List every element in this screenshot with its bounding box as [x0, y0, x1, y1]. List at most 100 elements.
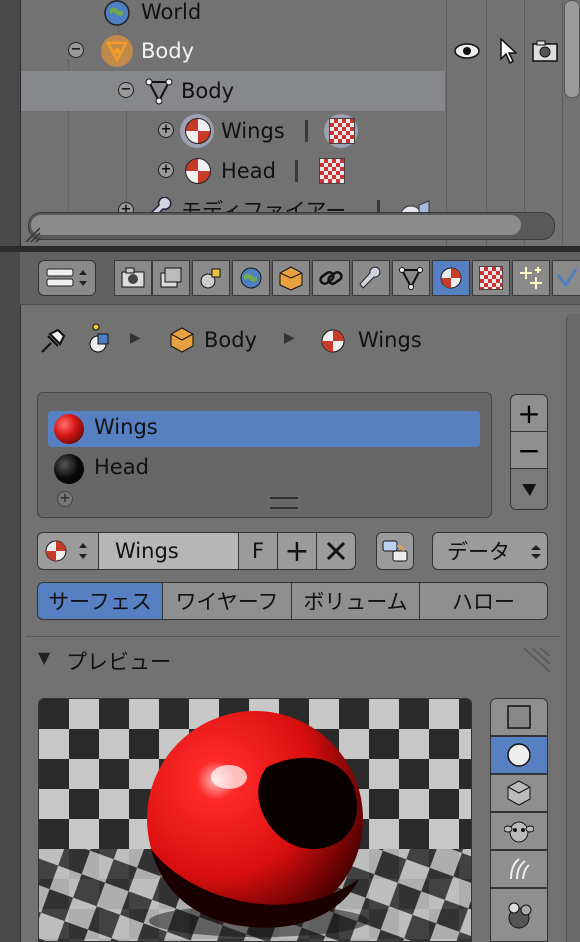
slot-specials-menu[interactable]	[511, 469, 547, 509]
collapse-icon[interactable]: −	[118, 82, 134, 98]
tab-mesh-data[interactable]	[392, 260, 430, 296]
tab-surface[interactable]: サーフェス	[37, 582, 163, 620]
tab-particles[interactable]	[512, 260, 550, 296]
visibility-eye-icon[interactable]	[453, 41, 481, 61]
tab-wire[interactable]: ワイヤーフ	[162, 582, 292, 620]
tab-texture[interactable]	[472, 260, 510, 296]
tab-physics[interactable]	[552, 260, 580, 296]
outliner-row-body-object[interactable]: − Body	[21, 31, 561, 71]
drag-grip-icon[interactable]	[520, 644, 554, 674]
render-camera-icon[interactable]	[531, 39, 559, 63]
fake-user-button[interactable]: F	[238, 532, 278, 570]
select-cursor-icon[interactable]	[497, 37, 517, 65]
properties-editor: ▶ Body ▶ Wings Wings Head + + − Wings F	[0, 252, 580, 942]
node-toggle-button[interactable]	[376, 532, 414, 570]
tab-label: ワイヤーフ	[175, 590, 279, 614]
panel-divider	[26, 636, 560, 637]
tab-constraints[interactable]	[312, 260, 350, 296]
mesh-object-icon	[105, 41, 129, 63]
scene-icon	[89, 323, 109, 353]
preview-monkey-button[interactable]	[490, 812, 548, 850]
add-slot-button[interactable]: +	[511, 395, 547, 432]
constraint-link-icon	[319, 271, 343, 285]
list-item[interactable]: Head	[48, 451, 480, 487]
material-name-field[interactable]: Wings	[98, 532, 239, 570]
outliner-row-head-material[interactable]: + Head	[21, 151, 561, 191]
material-preview-sphere	[54, 414, 84, 444]
material-icon	[185, 158, 211, 184]
preview-flat-button[interactable]	[490, 698, 548, 736]
material-slot-list: Wings Head +	[37, 392, 492, 518]
properties-scrollbar[interactable]	[566, 314, 580, 942]
object-cube-icon	[170, 327, 194, 353]
chevron-right-icon: ▶	[130, 330, 141, 346]
plus-icon: +	[284, 533, 310, 569]
separator	[305, 120, 308, 142]
new-material-button[interactable]: +	[277, 532, 317, 570]
preview-panel-header[interactable]: ▼ プレビュー	[26, 642, 560, 678]
preview-cube-button[interactable]	[490, 774, 548, 812]
tab-scene[interactable]	[192, 260, 230, 296]
outliner-row-body-mesh[interactable]: − Body	[21, 71, 445, 111]
list-resize-grip-icon[interactable]	[270, 497, 298, 509]
plane-icon	[507, 705, 531, 729]
texture-checker-icon[interactable]	[329, 118, 355, 144]
wrench-icon	[359, 266, 381, 289]
sphere-icon	[507, 743, 531, 767]
particles-icon	[520, 267, 542, 289]
expand-icon[interactable]: +	[158, 122, 174, 138]
collapse-icon[interactable]: −	[68, 42, 84, 58]
separator	[295, 160, 298, 182]
chevron-updown-icon	[531, 545, 541, 559]
preview-world-button[interactable]	[490, 888, 548, 942]
material-browse-button[interactable]	[37, 532, 99, 570]
expand-icon[interactable]: +	[158, 162, 174, 178]
triangle-down-icon: ▼	[38, 648, 51, 667]
outliner-edge	[0, 0, 21, 246]
slot-list-buttons: + −	[510, 394, 548, 510]
texture-checker-icon	[479, 266, 503, 290]
material-preview-sphere	[54, 454, 84, 484]
outliner-row-world[interactable]: World	[21, 0, 561, 32]
material-icon	[321, 329, 345, 353]
column-divider	[562, 0, 563, 246]
outliner-label: World	[141, 0, 202, 24]
scrollbar-thumb[interactable]	[31, 215, 521, 235]
tab-material[interactable]	[432, 260, 470, 296]
tab-halo[interactable]: ハロー	[419, 582, 548, 620]
chevron-right-icon: ▶	[284, 330, 295, 346]
tab-volume[interactable]: ボリューム	[291, 582, 420, 620]
mesh-data-icon	[145, 78, 173, 105]
unlink-material-button[interactable]	[316, 532, 356, 570]
preview-sphere-button[interactable]	[490, 736, 548, 774]
outliner-label: Body	[141, 39, 195, 63]
close-icon	[326, 541, 346, 561]
properties-edge	[0, 252, 21, 942]
render-layers-icon	[160, 267, 182, 288]
triangle-down-icon	[522, 484, 536, 496]
material-preview-image	[38, 698, 472, 942]
remove-slot-button[interactable]: −	[511, 432, 547, 469]
outliner-vertical-scrollbar[interactable]	[564, 0, 580, 98]
tab-world[interactable]	[232, 260, 270, 296]
panel-title: プレビュー	[66, 650, 171, 674]
outliner-row-wings-material[interactable]: + Wings	[21, 111, 561, 151]
tab-label: ハロー	[452, 590, 515, 614]
world-icon	[104, 0, 130, 26]
list-item[interactable]: Wings	[48, 411, 480, 447]
tab-render-layers[interactable]	[152, 260, 190, 296]
render-camera-icon	[121, 267, 145, 288]
editor-type-selector[interactable]	[38, 260, 96, 296]
resize-grip-icon[interactable]	[24, 226, 42, 244]
tab-object[interactable]	[272, 260, 310, 296]
outliner-label: Head	[221, 159, 276, 183]
tab-modifiers[interactable]	[352, 260, 390, 296]
preview-hair-button[interactable]	[490, 850, 548, 888]
link-dropdown[interactable]: データ	[432, 532, 548, 570]
pin-icon[interactable]	[38, 326, 68, 356]
preview-render	[39, 699, 471, 941]
tab-render[interactable]	[114, 260, 152, 296]
expand-filter-icon[interactable]: +	[57, 491, 73, 507]
texture-checker-icon[interactable]	[319, 158, 345, 184]
outliner-horizontal-scrollbar[interactable]	[28, 212, 555, 240]
